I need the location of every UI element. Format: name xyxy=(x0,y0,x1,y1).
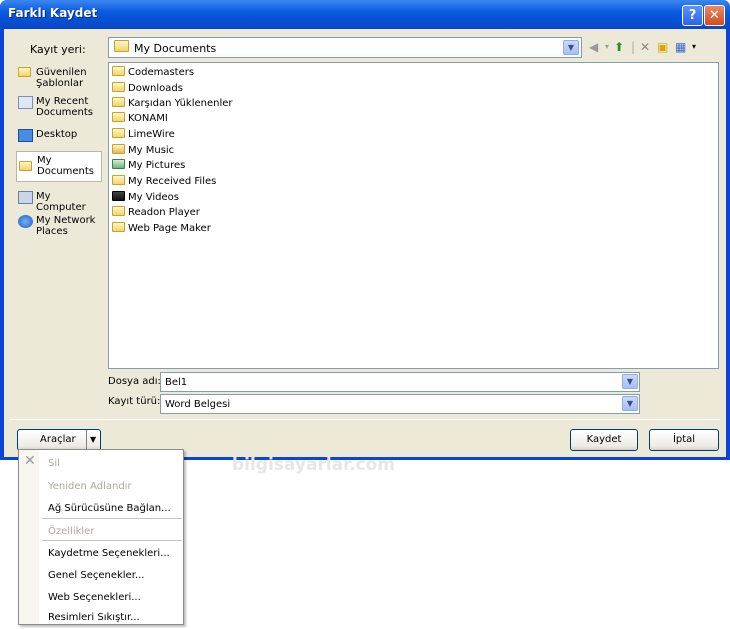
list-item[interactable]: Karşıdan Yüklenenler xyxy=(112,96,233,111)
save-in-value: My Documents xyxy=(134,42,217,55)
place-desktop[interactable]: Desktop xyxy=(16,129,102,143)
menu-item-web-options[interactable]: Web Seçenekleri... xyxy=(48,592,141,603)
folder-name: My Videos xyxy=(128,192,179,203)
menu-item-save-options[interactable]: Kaydetme Seçenekleri... xyxy=(48,548,170,559)
list-item[interactable]: My Pictures xyxy=(112,158,185,173)
list-item[interactable]: LimeWire xyxy=(112,127,175,142)
folder-name: Readon Player xyxy=(128,207,200,218)
file-type-label: Kayıt türü: xyxy=(108,396,161,407)
menu-item-map-network-drive[interactable]: Ağ Sürücüsüne Bağlan... xyxy=(48,503,171,514)
folder-icon xyxy=(112,222,125,232)
desktop-icon xyxy=(18,129,33,142)
folder-name: My Pictures xyxy=(128,160,186,171)
folder-icon xyxy=(112,175,125,185)
my-documents-icon xyxy=(19,161,32,171)
folder-name: Downloads xyxy=(128,83,183,94)
delete-icon: ✕ xyxy=(24,453,36,469)
file-name-label: Dosya adı: xyxy=(108,376,161,387)
folder-name: Web Page Maker xyxy=(128,223,211,234)
menu-icon-gutter xyxy=(19,450,39,624)
place-label: My Network Places xyxy=(36,215,96,237)
close-button[interactable]: ✕ xyxy=(704,5,725,26)
divider xyxy=(86,430,87,450)
separator xyxy=(10,419,720,420)
folder-name: My Received Files xyxy=(128,176,217,187)
folder-icon xyxy=(112,128,125,138)
chevron-down-icon: ▼ xyxy=(90,435,97,444)
computer-icon xyxy=(18,191,33,204)
menu-separator xyxy=(42,518,182,519)
folder-icon xyxy=(18,67,31,77)
chevron-down-icon[interactable]: ▼ xyxy=(622,374,638,389)
window-title: Farklı Kaydet xyxy=(8,6,98,20)
place-my-documents[interactable]: My Documents xyxy=(16,151,102,182)
list-item[interactable]: Readon Player xyxy=(112,205,200,220)
videos-folder-icon xyxy=(112,191,125,201)
place-label: Güvenilen Şablonlar xyxy=(36,67,87,89)
pictures-folder-icon xyxy=(112,159,125,169)
network-places-icon xyxy=(18,215,33,228)
up-folder-icon[interactable]: ⬆ xyxy=(614,40,624,54)
delete-icon[interactable]: ✕ xyxy=(640,40,650,54)
file-type-value: Word Belgesi xyxy=(165,399,231,410)
menu-separator xyxy=(42,540,182,541)
folder-icon xyxy=(112,112,125,122)
back-dropdown-icon[interactable]: ▾ xyxy=(605,40,609,54)
recent-documents-icon xyxy=(18,96,33,109)
chevron-down-icon[interactable]: ▼ xyxy=(622,396,638,411)
watermark: bilgisayarlar.com xyxy=(232,455,396,475)
menu-item-properties[interactable]: Özellikler xyxy=(48,526,94,537)
list-item[interactable]: Downloads xyxy=(112,81,183,96)
my-documents-icon xyxy=(114,40,129,52)
views-dropdown-icon[interactable]: ▾ xyxy=(692,40,696,54)
folder-icon xyxy=(112,97,125,107)
file-type-select[interactable] xyxy=(160,394,640,414)
tools-button[interactable]: Araçlar ▼ xyxy=(17,429,101,451)
list-item[interactable]: KONAMI xyxy=(112,111,168,126)
place-my-computer[interactable]: My Computer xyxy=(16,191,102,213)
menu-item-delete[interactable]: Sil xyxy=(48,458,60,469)
folder-icon xyxy=(112,82,125,92)
place-label: Desktop xyxy=(36,129,78,140)
folder-name: My Music xyxy=(128,145,175,156)
file-name-value: Bel1 xyxy=(165,377,188,388)
new-folder-icon[interactable]: ▣ xyxy=(657,40,668,54)
folder-icon xyxy=(112,206,125,216)
toolbar-divider-icon: | xyxy=(631,40,636,54)
help-button[interactable]: ? xyxy=(682,5,703,26)
folder-icon xyxy=(112,66,125,76)
list-item[interactable]: Codemasters xyxy=(112,65,194,80)
save-in-label: Kayıt yeri: xyxy=(30,43,86,56)
folder-name: Karşıdan Yüklenenler xyxy=(128,98,233,109)
folder-name: Codemasters xyxy=(128,67,195,78)
place-label: My Recent Documents xyxy=(36,96,94,118)
place-my-recent-documents[interactable]: My Recent Documents xyxy=(16,96,102,120)
save-button[interactable]: Kaydet xyxy=(570,429,638,451)
list-item[interactable]: My Videos xyxy=(112,190,179,205)
cancel-button[interactable]: İptal xyxy=(649,429,719,451)
place-trusted-templates[interactable]: Güvenilen Şablonlar xyxy=(16,67,102,91)
title-bar[interactable]: Farklı Kaydet ? ✕ xyxy=(0,0,730,29)
list-item[interactable]: Web Page Maker xyxy=(112,221,211,236)
chevron-down-icon[interactable]: ▼ xyxy=(563,40,579,55)
place-label: My Documents xyxy=(37,155,95,177)
menu-item-general-options[interactable]: Genel Seçenekler... xyxy=(48,570,144,581)
folder-name: KONAMI xyxy=(128,113,168,124)
menu-item-rename[interactable]: Yeniden Adlandır xyxy=(48,481,132,492)
place-label: My Computer xyxy=(36,191,86,213)
menu-item-compress-pictures[interactable]: Resimleri Sıkıştır... xyxy=(48,612,140,623)
tools-button-label: Araçlar xyxy=(40,434,76,445)
file-name-field[interactable] xyxy=(160,372,640,392)
list-item[interactable]: My Received Files xyxy=(112,174,216,189)
back-icon[interactable]: ◀ xyxy=(589,40,598,54)
list-item[interactable]: My Music xyxy=(112,143,174,158)
views-icon[interactable]: ▦ xyxy=(675,40,686,54)
music-folder-icon xyxy=(112,144,125,154)
folder-name: LimeWire xyxy=(128,129,175,140)
place-my-network-places[interactable]: My Network Places xyxy=(16,215,102,239)
